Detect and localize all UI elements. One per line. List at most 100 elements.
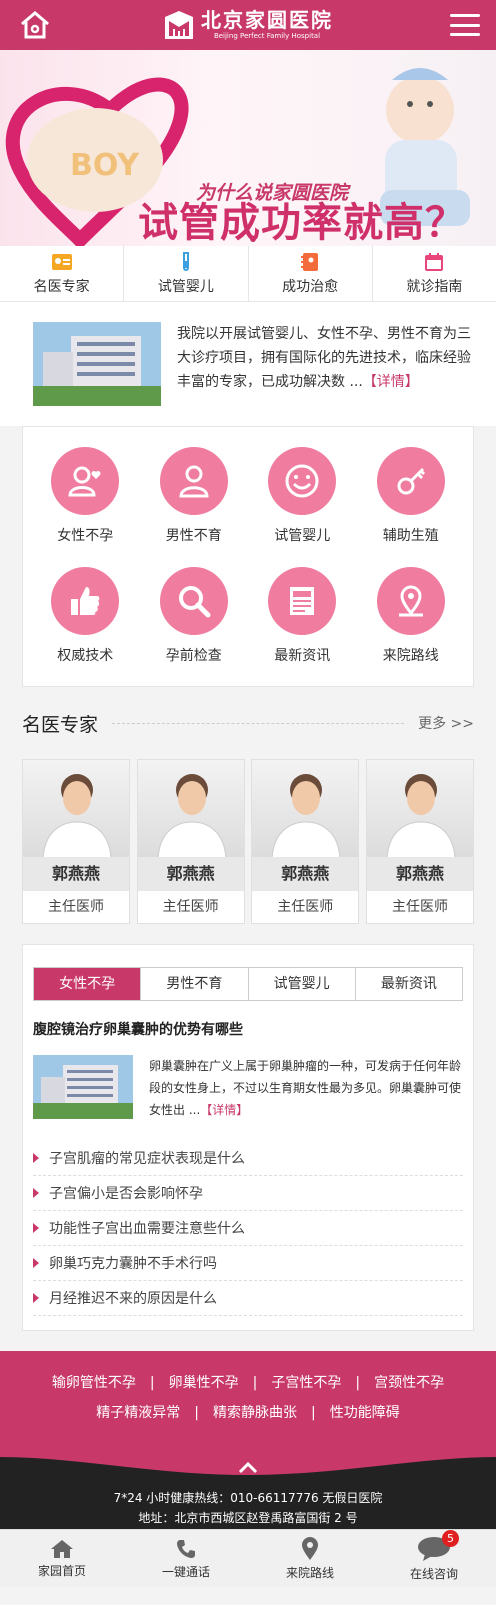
quicknav-success[interactable]: 成功治愈	[249, 246, 373, 301]
male-user-icon	[179, 465, 209, 498]
article-summary-text: 卵巢囊肿在广义上属于卵巢肿瘤的一种，可发病于任何年龄段的女性身上，不过以生育期女…	[149, 1059, 462, 1117]
quicknav-label: 就诊指南	[406, 278, 463, 295]
tab-home[interactable]: 家园首页	[0, 1530, 124, 1587]
site-logo[interactable]: 北京家圆医院 Beijing Perfect Family Hospital	[163, 9, 333, 41]
service-ivf[interactable]: 试管婴儿	[248, 447, 357, 567]
tab-label: 在线咨询	[409, 1566, 458, 1581]
footer-link[interactable]: 精索静脉曲张	[213, 1405, 297, 1421]
hero-banner[interactable]: BOY 为什么说家圆医院 试管成功率就高？ ！	[0, 50, 496, 246]
featured-article: 卵巢囊肿在广义上属于卵巢肿瘤的一种，可发病于任何年龄段的女性身上，不过以生育期女…	[33, 1055, 463, 1121]
article-more-link[interactable]: 【详情】	[200, 1103, 248, 1117]
tab-latest-news[interactable]: 最新资讯	[356, 968, 462, 1000]
service-label: 孕前检查	[165, 647, 222, 664]
list-item[interactable]: 子宫偏小是否会影响怀孕	[33, 1176, 463, 1211]
back-to-top-icon[interactable]	[236, 1460, 260, 1474]
doctor-card[interactable]: 郭燕燕 主任医师	[251, 759, 360, 924]
tab-ivf[interactable]: 试管婴儿	[249, 968, 356, 1000]
quicknav-experts[interactable]: 名医专家	[0, 246, 125, 301]
service-label: 男性不育	[165, 528, 222, 544]
tab-consult[interactable]: 在线咨询 5	[372, 1530, 496, 1587]
tab-female-infertility[interactable]: 女性不孕	[34, 968, 142, 1000]
location-pin-icon	[398, 585, 423, 616]
banner-headline: 试管成功率就高？ ！	[138, 200, 466, 246]
footer-link[interactable]: 卵巢性不孕	[169, 1375, 239, 1391]
intro-text: 我院以开展试管婴儿、女性不孕、男性不育为三大诊疗项目，拥有国际化的先进技术，临床…	[177, 322, 472, 406]
service-female-infertility[interactable]: 女性不孕	[31, 447, 140, 567]
separator: |	[194, 1405, 199, 1421]
service-prenatal-check[interactable]: 孕前检查	[140, 566, 249, 687]
doctor-card[interactable]: 郭燕燕 主任医师	[22, 759, 130, 924]
quick-nav: 名医专家 试管婴儿 成功治愈 就诊指南	[0, 246, 496, 302]
footer-link[interactable]: 精子精液异常	[96, 1405, 180, 1421]
intro-more-link[interactable]: 【详情】	[363, 374, 419, 390]
footer-link[interactable]: 输卵管性不孕	[52, 1375, 136, 1391]
hospital-intro: 我院以开展试管婴儿、女性不孕、男性不育为三大诊疗项目，拥有国际化的先进技术，临床…	[0, 302, 496, 426]
featured-article-title[interactable]: 腹腔镜治疗卵巢囊肿的优势有哪些	[33, 1019, 463, 1039]
service-assisted-reproduction[interactable]: 辅助生殖	[357, 447, 466, 567]
service-male-infertility[interactable]: 男性不育	[140, 447, 249, 567]
tab-label: 来院路线	[285, 1565, 334, 1580]
service-label: 试管婴儿	[274, 528, 331, 544]
experts-section-header: 名医专家 更多 >>	[0, 687, 496, 759]
carousel-indicator[interactable]	[250, 236, 256, 242]
service-technology[interactable]: 权威技术	[31, 566, 140, 687]
notebook-icon	[301, 252, 319, 271]
hospital-building-image	[33, 322, 161, 406]
experts-more-link[interactable]: 更多 >>	[418, 713, 474, 733]
quicknav-ivf[interactable]: 试管婴儿	[124, 246, 249, 301]
footer-link[interactable]: 子宫性不孕	[271, 1375, 341, 1391]
quicknav-label: 成功治愈	[282, 278, 339, 295]
list-item[interactable]: 卵巢巧克力囊肿不手术行吗	[33, 1246, 463, 1281]
doctor-list: 郭燕燕 主任医师 郭燕燕 主任医师 郭燕燕 主任医师 郭燕燕 主任医师	[0, 759, 496, 924]
tab-call[interactable]: 一键通话	[124, 1530, 248, 1587]
quicknav-guide[interactable]: 就诊指南	[373, 246, 496, 301]
section-divider	[112, 722, 405, 724]
tab-label: 家园首页	[37, 1563, 86, 1578]
bullet-arrow-icon	[33, 1223, 39, 1233]
footer-links: 输卵管性不孕 | 卵巢性不孕 | 子宫性不孕 | 宫颈性不孕 精子精液异常 | 精索静脉曲张 | 性…	[0, 1351, 496, 1454]
separator: |	[149, 1375, 155, 1391]
female-heart-icon	[68, 466, 101, 497]
doctor-name: 郭燕燕	[366, 857, 473, 891]
list-item-title: 子宫肌瘤的常见症状表现是什么	[49, 1151, 245, 1167]
home-icon[interactable]	[18, 10, 52, 40]
article-thumbnail	[33, 1055, 133, 1119]
hospital-emblem-icon	[165, 11, 193, 39]
tab-male-infertility[interactable]: 男性不育	[141, 968, 249, 1000]
doctor-card[interactable]: 郭燕燕 主任医师	[365, 759, 474, 924]
hospital-name-en: Beijing Perfect Family Hospital	[213, 32, 321, 40]
service-label: 权威技术	[57, 647, 114, 664]
boy-letters: BOY	[70, 148, 140, 183]
section-title: 名医专家	[22, 713, 99, 736]
separator: |	[355, 1375, 361, 1391]
list-item[interactable]: 功能性子宫出血需要注意些什么	[33, 1211, 463, 1246]
quicknav-label: 试管婴儿	[157, 278, 214, 295]
footer-link[interactable]: 性功能障碍	[330, 1405, 400, 1421]
doctor-photo	[23, 760, 129, 857]
menu-icon[interactable]	[450, 14, 480, 36]
services-grid: 女性不孕 男性不育 试管婴儿 辅助生殖 权威技术 孕前检查 最新资讯 来院路线	[22, 426, 474, 687]
notification-badge: 5	[442, 1530, 459, 1547]
service-label: 女性不孕	[57, 528, 114, 544]
list-item[interactable]: 子宫肌瘤的常见症状表现是什么	[33, 1141, 463, 1176]
hospital-name: 北京家圆医院	[201, 8, 333, 32]
service-label: 最新资讯	[274, 647, 331, 664]
footer-link[interactable]: 宫颈性不孕	[374, 1375, 444, 1391]
doctor-card-icon	[51, 253, 72, 270]
list-item[interactable]: 月经推迟不来的原因是什么	[33, 1281, 463, 1316]
separator: |	[252, 1375, 258, 1391]
top-header: 北京家圆医院 Beijing Perfect Family Hospital	[0, 0, 496, 50]
doctor-name: 郭燕燕	[137, 857, 244, 891]
key-icon	[397, 467, 425, 495]
quicknav-label: 名医专家	[33, 278, 90, 295]
article-list: 子宫肌瘤的常见症状表现是什么 子宫偏小是否会影响怀孕 功能性子宫出血需要注意些什…	[33, 1141, 463, 1316]
intro-description: 我院以开展试管婴儿、女性不孕、男性不育为三大诊疗项目，拥有国际化的先进技术，临床…	[177, 326, 471, 390]
tab-route[interactable]: 来院路线	[248, 1530, 372, 1587]
doctor-photo	[137, 760, 244, 857]
doctor-card[interactable]: 郭燕燕 主任医师	[136, 759, 245, 924]
service-latest-news[interactable]: 最新资讯	[248, 566, 357, 687]
service-route[interactable]: 来院路线	[357, 566, 466, 687]
news-icon	[290, 586, 315, 615]
doctor-photo	[252, 760, 359, 857]
doctor-photo	[366, 760, 473, 857]
